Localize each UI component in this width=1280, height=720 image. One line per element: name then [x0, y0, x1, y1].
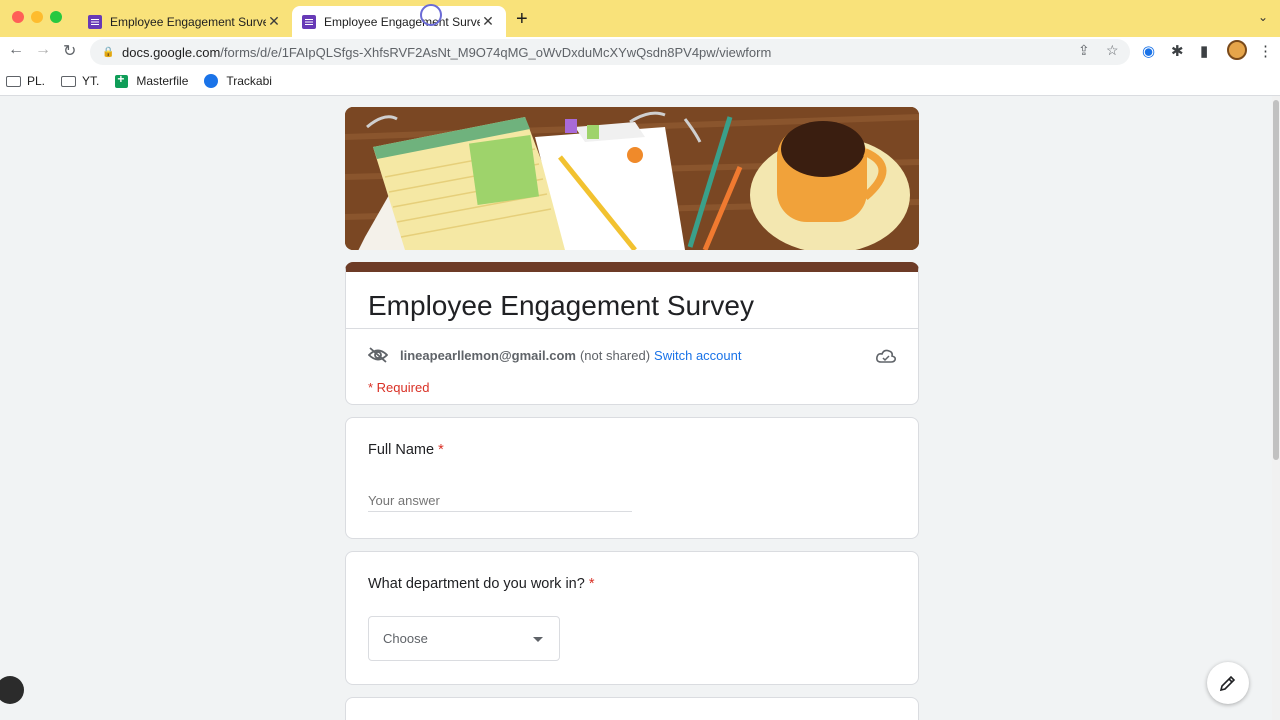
bookmark-label: Trackabi: [226, 74, 272, 88]
puzzle-icon[interactable]: ✱: [1171, 42, 1184, 60]
dropdown-arrow-icon: [533, 637, 543, 642]
cursor-indicator: [420, 4, 442, 26]
bookmark-label: PL.: [27, 74, 46, 88]
tab-title: Employee Engagement Survey: [110, 14, 266, 29]
avatar[interactable]: [1227, 40, 1247, 60]
close-tab-icon[interactable]: ✕: [480, 13, 496, 30]
department-dropdown[interactable]: Choose: [368, 616, 560, 661]
browser-toolbar: ← → ↻ 🔒 docs.google.com/forms/d/e/1FAIpQ…: [0, 37, 1280, 67]
not-shared-label: (not shared): [579, 347, 651, 363]
tab-strip: Employee Engagement Survey ✕ Employee En…: [0, 0, 1280, 37]
google-forms-icon: [302, 14, 316, 29]
divider: [346, 328, 918, 329]
bookmarks-bar: PL. YT. Masterfile Trackabi: [0, 67, 1280, 96]
question-card-department: What department do you work in? * Choose: [345, 551, 919, 685]
sheets-icon: [115, 72, 129, 88]
star-icon[interactable]: ☆: [1106, 42, 1119, 59]
question-label: What department do you work in? *: [368, 576, 595, 592]
bookmark-label: Masterfile: [136, 74, 189, 88]
question-text: What department do you work in?: [368, 576, 585, 592]
maximize-window-button[interactable]: [50, 11, 62, 23]
required-note: * Required: [368, 380, 430, 395]
dropdown-value: Choose: [383, 631, 428, 646]
address-bar[interactable]: 🔒 docs.google.com/forms/d/e/1FAIpQLSfgs-…: [90, 39, 1130, 65]
plus-icon[interactable]: +: [516, 8, 528, 31]
side-panel-icon[interactable]: ▮: [1200, 42, 1208, 60]
close-window-button[interactable]: [12, 11, 24, 23]
required-mark: *: [438, 442, 444, 458]
question-text: Full Name: [368, 442, 435, 458]
close-tab-icon[interactable]: ✕: [266, 13, 282, 30]
account-row: lineapearllemon@gmail.com (not shared) S…: [368, 347, 741, 363]
question-card-next: [345, 697, 919, 720]
forward-arrow-icon[interactable]: →: [35, 41, 51, 59]
form-title-card: Employee Engagement Survey lineapearllem…: [345, 262, 919, 405]
scrollbar-thumb[interactable]: [1273, 100, 1279, 460]
tab-title: Employee Engagement Survey: [324, 14, 480, 29]
back-arrow-icon[interactable]: ←: [8, 41, 24, 59]
bookmark-yt[interactable]: YT.: [61, 74, 99, 88]
page-title: Employee Engagement Survey: [368, 290, 754, 321]
chevron-down-icon[interactable]: ⌄: [1258, 10, 1268, 24]
more-vert-icon[interactable]: ⋮: [1258, 42, 1273, 60]
required-mark: *: [588, 576, 595, 592]
lock-icon: 🔒: [102, 47, 115, 58]
bookmark-trackabi[interactable]: Trackabi: [204, 74, 272, 88]
tab-inactive[interactable]: Employee Engagement Survey ✕: [78, 6, 292, 37]
edit-button[interactable]: [1207, 662, 1249, 704]
bookmark-pl[interactable]: PL.: [6, 74, 45, 88]
form-page: Employee Engagement Survey lineapearllem…: [0, 96, 1280, 720]
bookmark-label: YT.: [82, 74, 100, 88]
scrollbar[interactable]: [1272, 96, 1280, 720]
share-icon[interactable]: ⇪: [1078, 42, 1090, 59]
url-host: docs.google.com: [122, 44, 221, 60]
account-email: lineapearllemon@gmail.com: [400, 347, 576, 363]
eye-off-icon: [368, 347, 388, 363]
accessibility-icon[interactable]: [0, 676, 24, 704]
bookmark-masterfile[interactable]: Masterfile: [115, 72, 189, 88]
question-label: Full Name *: [368, 442, 444, 458]
tab-active[interactable]: Employee Engagement Survey ✕: [292, 6, 506, 37]
full-name-input[interactable]: [368, 490, 632, 512]
url-path: /forms/d/e/1FAIpQLSfgs-XhfsRVF2AsNt_M9O7…: [220, 44, 772, 60]
folder-icon: [6, 75, 21, 87]
form-header-image: [345, 107, 919, 250]
minimize-window-button[interactable]: [31, 11, 43, 23]
pencil-icon: [1219, 675, 1236, 692]
google-forms-icon: [88, 14, 102, 29]
reload-icon[interactable]: ↻: [63, 41, 76, 61]
question-card-full-name: Full Name *: [345, 417, 919, 539]
folder-icon: [61, 75, 77, 87]
trackabi-icon: [204, 74, 219, 88]
cloud-icon: [876, 349, 896, 363]
switch-account-link[interactable]: Switch account: [654, 348, 741, 363]
extension-icon[interactable]: ◉: [1142, 42, 1155, 60]
